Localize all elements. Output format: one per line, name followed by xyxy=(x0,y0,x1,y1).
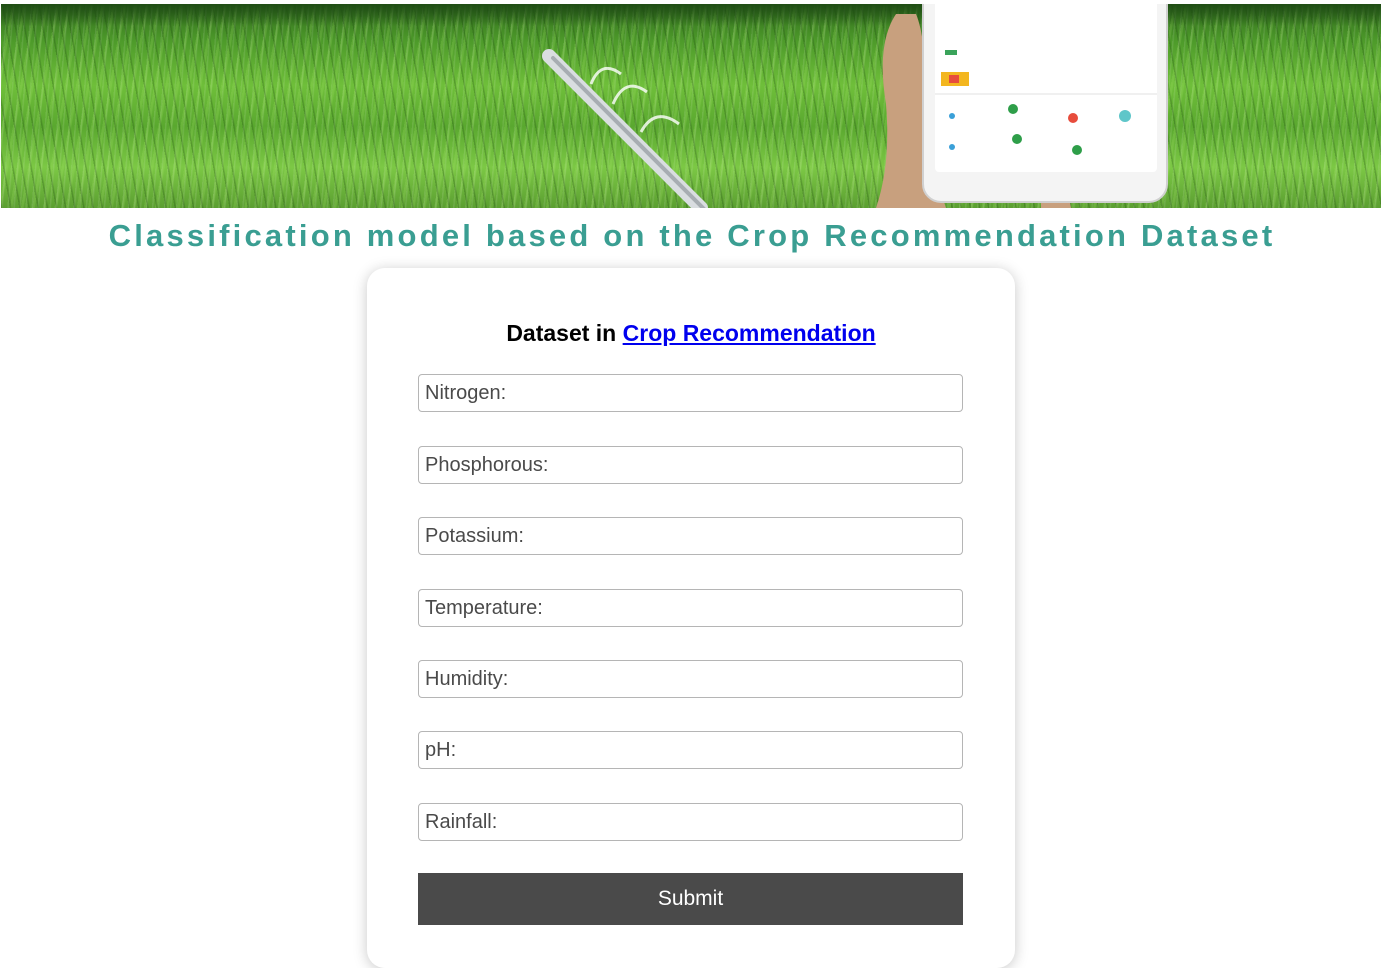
temperature-input[interactable] xyxy=(418,589,963,627)
form-heading: Dataset in Crop Recommendation xyxy=(367,320,1015,347)
phosphorous-input[interactable] xyxy=(418,446,963,484)
tablet-device xyxy=(922,4,1168,203)
form-heading-prefix: Dataset in xyxy=(506,320,617,346)
potassium-input[interactable] xyxy=(418,517,963,555)
submit-button[interactable]: Submit xyxy=(418,873,963,925)
form-card: Dataset in Crop Recommendation Submit xyxy=(367,268,1015,968)
field-illustration xyxy=(542,4,1168,208)
page-title: Classification model based on the Crop R… xyxy=(108,218,1276,253)
irrigation-pipe xyxy=(542,49,708,208)
crop-recommendation-link[interactable]: Crop Recommendation xyxy=(623,320,876,346)
header-banner-image xyxy=(1,4,1381,208)
rainfall-input[interactable] xyxy=(418,803,963,841)
humidity-input[interactable] xyxy=(418,660,963,698)
nitrogen-input[interactable] xyxy=(418,374,963,412)
ph-input[interactable] xyxy=(418,731,963,769)
